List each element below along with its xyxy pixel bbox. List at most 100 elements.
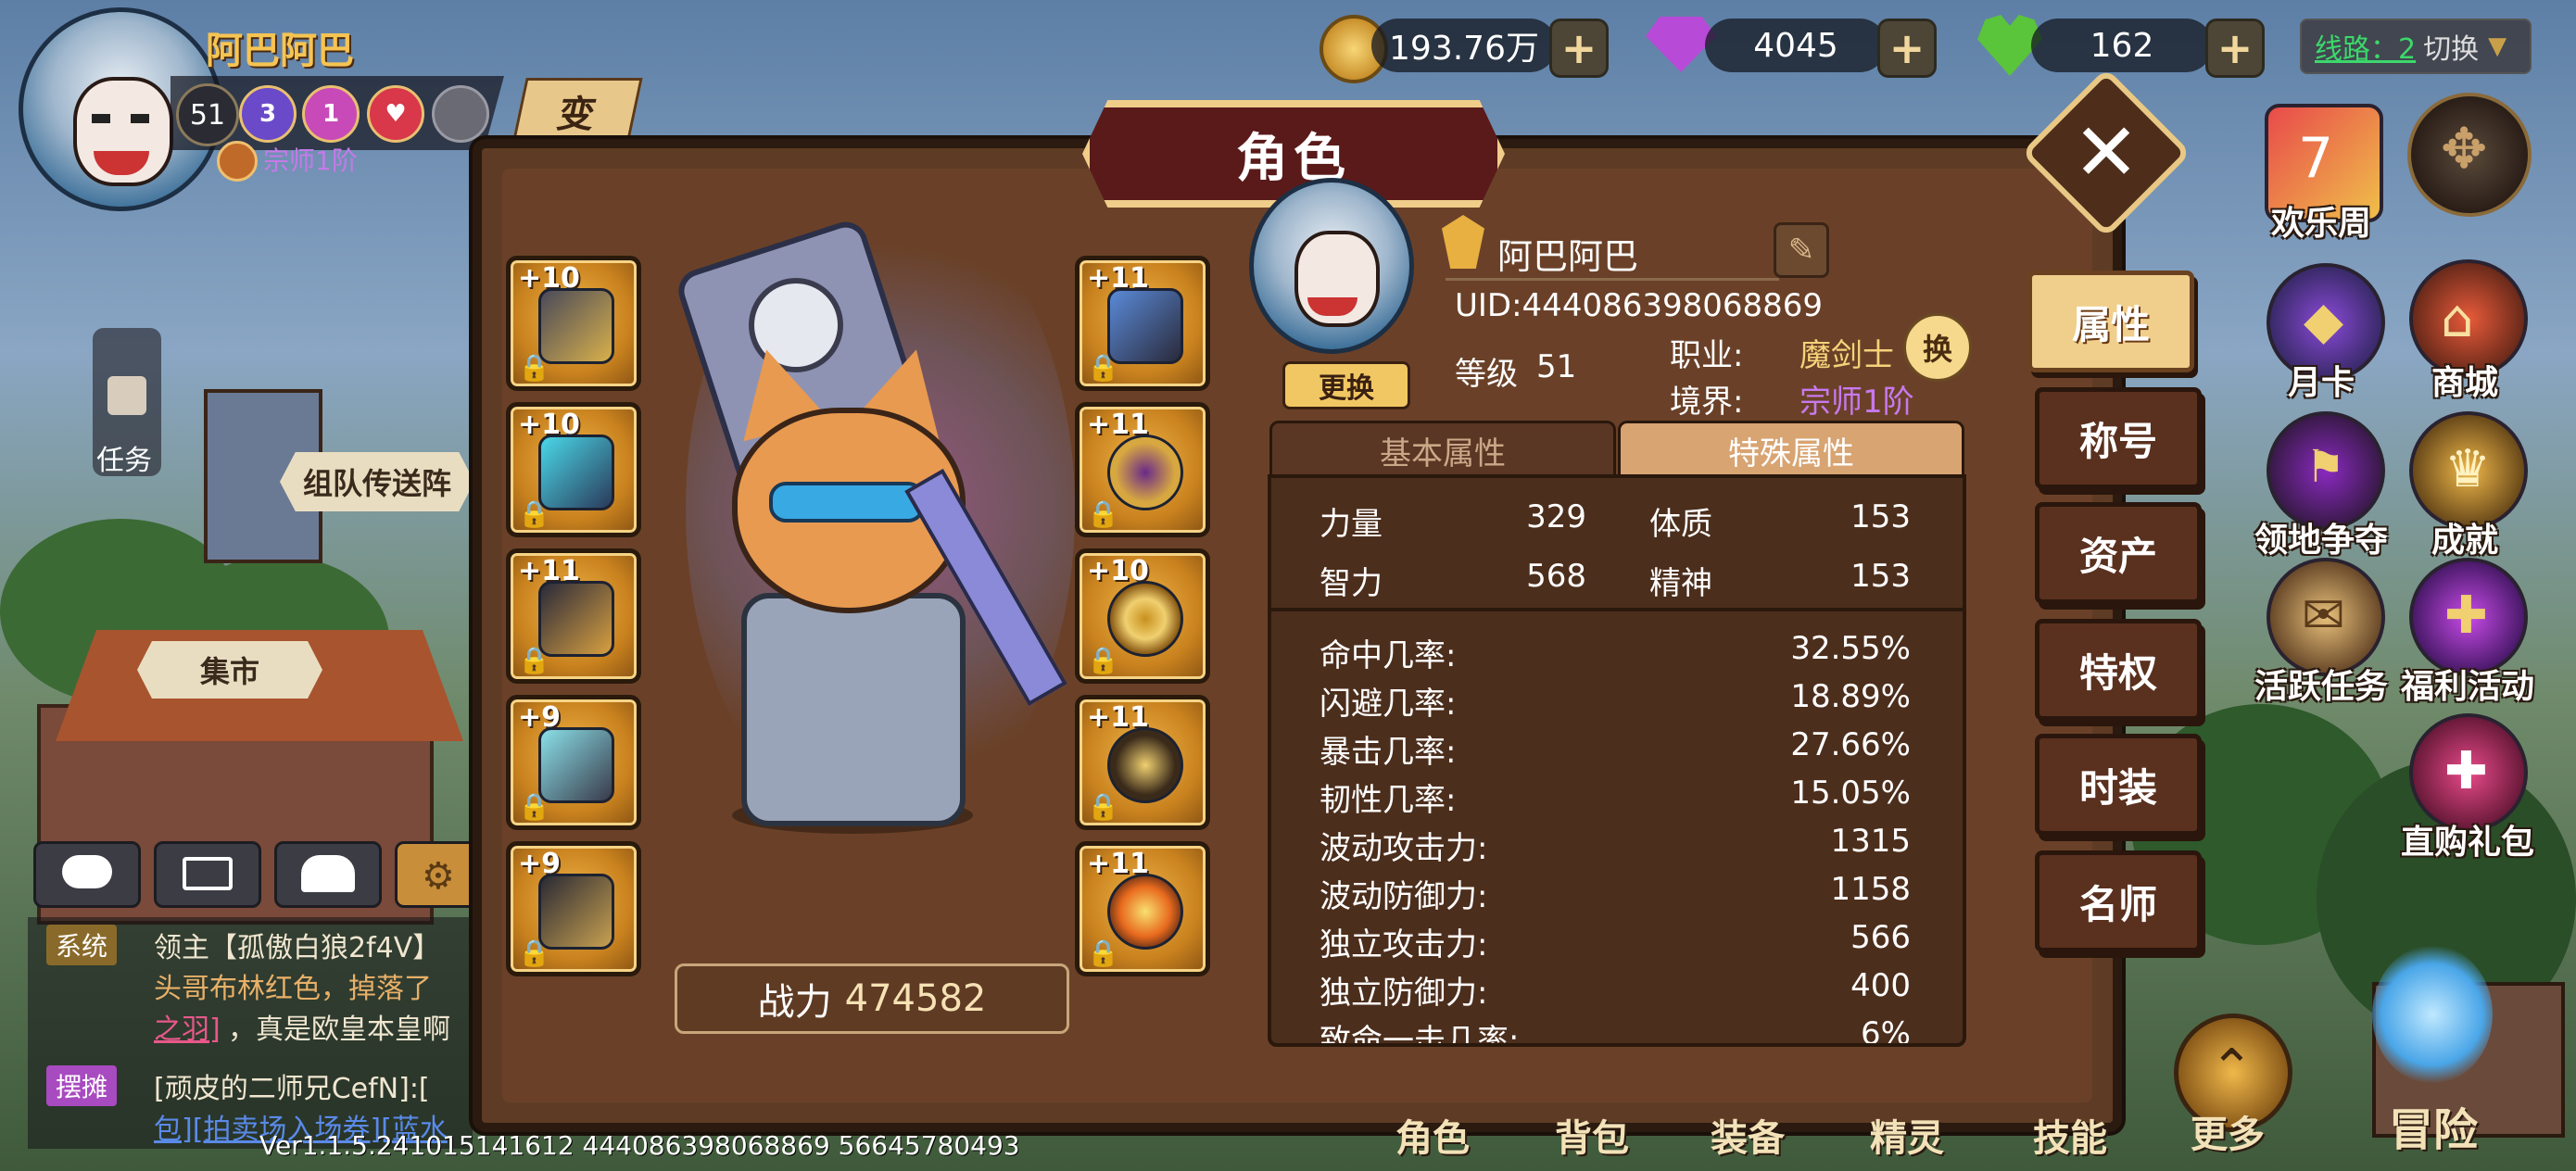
stat-value: 15.05% (1790, 774, 1911, 812)
heart-badge-icon: ♥ (367, 85, 424, 143)
shop-icon: ⌂ (2441, 289, 2474, 349)
tab-basic-attributes[interactable]: 基本属性 (1269, 421, 1616, 480)
route-selector[interactable]: 线路：2 切换 ▼ (2300, 19, 2532, 74)
nav-character[interactable]: 角色 (1395, 1108, 1470, 1162)
profile-level-value: 51 (1536, 348, 1577, 385)
chat-log[interactable]: 系统 领主【孤傲白狼2f4V】 头哥布林红色，掉落了 之羽] ，真是欧皇本皇啊 … (28, 917, 473, 1149)
player-name: 阿巴阿巴 (206, 30, 354, 72)
equip-slot-helmet[interactable]: +10 🔒 (506, 256, 641, 391)
lock-icon: 🔒 (1087, 645, 1119, 675)
edit-name-button[interactable]: ✎ (1774, 222, 1829, 278)
lock-icon: 🔒 (1087, 352, 1119, 383)
equip-slot-gauntlet[interactable]: +9 🔒 (506, 695, 641, 830)
equip-slot-spirit[interactable]: +11 🔒 (1075, 841, 1210, 976)
nav-spirit[interactable]: 精灵 (1870, 1108, 1944, 1162)
territory-icon: ⚑ (2305, 441, 2346, 493)
blue-portal (2372, 945, 2493, 1084)
tab-mentor[interactable]: 名师 (2035, 850, 2202, 952)
add-stamina-button[interactable]: + (2205, 19, 2265, 78)
stat-label: 闪避几率: (1320, 686, 1457, 723)
chevron-up-icon: ⌃ (2210, 1039, 2254, 1099)
stat-label: 独立攻击力: (1320, 926, 1488, 963)
gift-pack-label: 直购礼包 (2400, 824, 2534, 862)
equip-slot-weapon[interactable]: +11 🔒 (1075, 256, 1210, 391)
month-card-icon: ◆ (2304, 291, 2344, 351)
item-link[interactable]: 之羽] (154, 1006, 221, 1047)
lock-icon: 🔒 (518, 352, 550, 383)
stat-value: 329 (1526, 498, 1586, 535)
friends-button[interactable] (274, 841, 382, 908)
profile-name: 阿巴阿巴 (1497, 236, 1639, 277)
nav-more[interactable]: 更多 (2191, 1104, 2265, 1158)
stat-label: 波动防御力: (1320, 878, 1488, 915)
layout-toggle-button[interactable]: ✥ (2407, 93, 2532, 217)
vip-badge-icon: 1 (302, 85, 360, 143)
stat-label: 韧性几率: (1320, 782, 1457, 819)
welfare-button[interactable]: ✚ (2409, 558, 2528, 676)
route-switch-label: 切换 (2423, 33, 2480, 66)
add-gold-button[interactable]: + (1549, 19, 1609, 78)
lock-icon: 🔒 (1087, 498, 1119, 529)
stat-value: 400 (1850, 967, 1911, 1004)
active-tasks-label: 活跃任务 (2254, 668, 2388, 706)
equip-slot-boots[interactable]: +9 🔒 (506, 841, 641, 976)
equip-slot-chest[interactable]: +11 🔒 (506, 548, 641, 684)
gold-amount: 193.76万 (1371, 19, 1557, 72)
envelope-icon (183, 857, 233, 890)
close-icon[interactable]: ✕ (2046, 93, 2166, 213)
settings-button[interactable]: ⚙ (395, 841, 478, 908)
equip-slot-ring[interactable]: +10 🔒 (1075, 548, 1210, 684)
tab-attributes[interactable]: 属性 (2027, 271, 2194, 372)
stats-panel[interactable]: 力量 329 体质 153 智力 568 精神 153 命中几率: 32.55%… (1268, 474, 1966, 1047)
achievement-button[interactable]: ♛ (2409, 411, 2528, 530)
stat-value: 568 (1526, 558, 1586, 595)
nav-equipment[interactable]: 装备 (1711, 1108, 1785, 1162)
territory-label: 领地争夺 (2254, 522, 2388, 560)
tab-titles[interactable]: 称号 (2035, 387, 2202, 489)
nav-skills[interactable]: 技能 (2033, 1108, 2107, 1162)
profile-realm-value: 宗师1阶 (1799, 384, 1914, 421)
change-avatar-button[interactable]: 更换 (1282, 361, 1410, 409)
stat-label: 暴击几率: (1320, 734, 1457, 771)
equip-slot-necklace[interactable]: +11 🔒 (1075, 695, 1210, 830)
equip-slot-bracelet[interactable]: +11 🔒 (1075, 402, 1210, 537)
swap-class-button[interactable]: 换 (1903, 313, 1972, 382)
transform-tab[interactable]: 变 (511, 78, 643, 145)
nav-adventure[interactable]: 冒险 (2389, 1093, 2478, 1158)
stat-label: 独立防御力: (1320, 975, 1488, 1012)
gift-pack-button[interactable]: ✚ (2409, 713, 2528, 832)
territory-button[interactable]: ⚑ (2267, 411, 2385, 530)
market-sign[interactable]: 集市 (137, 641, 322, 699)
chat-bubble-button[interactable] (33, 841, 141, 908)
profile-class-value: 魔剑士 (1799, 337, 1894, 374)
rank-icon (217, 141, 258, 182)
quill-icon (107, 376, 146, 415)
lock-icon: 🔒 (518, 791, 550, 822)
tab-fashion[interactable]: 时装 (2035, 734, 2202, 836)
system-message-line2: 头哥布林红色，掉落了 (154, 973, 432, 1005)
combat-power: 战力 474582 (675, 963, 1069, 1034)
stat-value: 6% (1861, 1015, 1911, 1047)
task-label: 任务 (96, 445, 152, 477)
gem-amount: 4045 (1705, 19, 1887, 72)
chevron-down-icon: ▼ (2488, 32, 2507, 60)
mail-button[interactable] (154, 841, 261, 908)
tab-privileges[interactable]: 特权 (2035, 619, 2202, 721)
nav-backpack[interactable]: 背包 (1555, 1108, 1629, 1162)
helmet-badge-icon (432, 85, 489, 143)
tab-special-attributes[interactable]: 特殊属性 (1618, 421, 1964, 480)
task-button[interactable]: 任务 (93, 328, 161, 477)
gift-pack-icon: ✚ (2444, 741, 2488, 801)
profile-level-label: 等级 (1455, 356, 1518, 393)
team-teleport-sign[interactable]: 组队传送阵 (280, 452, 474, 511)
stat-label: 波动攻击力: (1320, 830, 1488, 867)
system-message-line1: 领主【孤傲白狼2f4V】 (154, 932, 441, 964)
stat-value: 18.89% (1790, 678, 1911, 715)
scroll-icon: ✉ (2302, 586, 2345, 646)
tab-assets[interactable]: 资产 (2035, 502, 2202, 604)
add-gem-button[interactable]: + (1877, 19, 1937, 78)
lock-icon: 🔒 (1087, 791, 1119, 822)
active-tasks-button[interactable]: ✉ (2267, 558, 2385, 676)
system-tag: 系统 (46, 925, 118, 965)
equip-slot-shoulder[interactable]: +10 🔒 (506, 402, 641, 537)
